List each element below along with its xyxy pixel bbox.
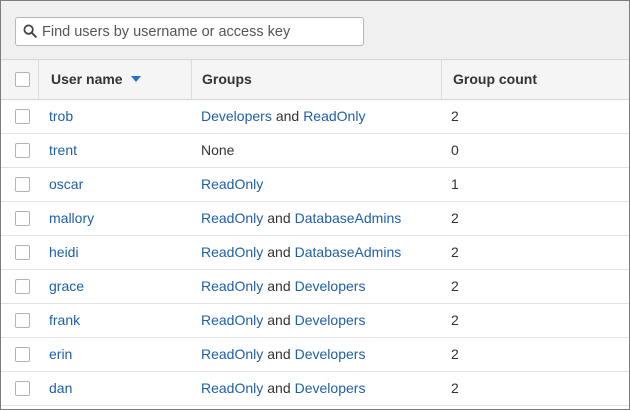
groups-cell: Developers and ReadOnly [201, 100, 365, 133]
group-link[interactable]: ReadOnly [201, 244, 263, 260]
groups-conjunction: and [267, 210, 291, 226]
groups-cell: ReadOnly and DatabaseAdmins [201, 202, 401, 235]
table-row[interactable]: erin ReadOnly and Developers 2 [1, 338, 629, 372]
groups-cell: ReadOnly and Developers [201, 304, 365, 337]
table-body: trob Developers and ReadOnly 2 trent None 0 osca… [1, 100, 629, 406]
column-header-groups-label: Groups [202, 71, 252, 87]
group-link[interactable]: Developers [295, 278, 366, 294]
group-link[interactable]: ReadOnly [201, 380, 263, 396]
search-input[interactable] [42, 20, 360, 43]
groups-conjunction: and [267, 380, 291, 396]
username-link[interactable]: mallory [49, 202, 94, 235]
group-link[interactable]: DatabaseAdmins [295, 210, 402, 226]
row-checkbox[interactable] [15, 109, 30, 124]
column-header-username-label: User name [51, 71, 123, 87]
group-link[interactable]: Developers [201, 108, 272, 124]
caret-down-icon[interactable] [130, 76, 141, 83]
column-header-group-count-label: Group count [453, 71, 537, 87]
search-box[interactable] [15, 17, 364, 46]
groups-cell: ReadOnly and DatabaseAdmins [201, 236, 401, 269]
column-header-groups[interactable]: Groups [202, 60, 252, 99]
row-checkbox[interactable] [15, 211, 30, 226]
group-count-cell: 2 [451, 346, 459, 362]
group-count-cell: 2 [451, 312, 459, 328]
username-link[interactable]: heidi [49, 236, 79, 269]
table-row[interactable]: heidi ReadOnly and DatabaseAdmins 2 [1, 236, 629, 270]
group-link[interactable]: ReadOnly [201, 346, 263, 362]
username-link[interactable]: dan [49, 372, 72, 405]
row-checkbox[interactable] [15, 143, 30, 158]
column-header-username[interactable]: User name [51, 60, 141, 99]
row-checkbox[interactable] [15, 177, 30, 192]
group-link[interactable]: Developers [295, 346, 366, 362]
username-link[interactable]: oscar [49, 168, 83, 201]
groups-cell: ReadOnly and Developers [201, 372, 365, 405]
group-link[interactable]: ReadOnly [201, 210, 263, 226]
groups-conjunction: and [267, 312, 291, 328]
table-row[interactable]: frank ReadOnly and Developers 2 [1, 304, 629, 338]
group-count-cell: 2 [451, 210, 459, 226]
username-link[interactable]: erin [49, 338, 72, 371]
table-row[interactable]: dan ReadOnly and Developers 2 [1, 372, 629, 406]
username-link[interactable]: frank [49, 304, 80, 337]
group-link[interactable]: DatabaseAdmins [295, 244, 402, 260]
group-link[interactable]: Developers [295, 312, 366, 328]
group-link[interactable]: ReadOnly [201, 312, 263, 328]
groups-cell: ReadOnly and Developers [201, 338, 365, 371]
username-link[interactable]: trob [49, 100, 73, 133]
toolbar [1, 1, 629, 60]
no-groups-label: None [201, 142, 235, 158]
groups-cell: ReadOnly and Developers [201, 270, 365, 303]
group-link[interactable]: ReadOnly [303, 108, 365, 124]
groups-cell: ReadOnly [201, 168, 263, 201]
row-checkbox[interactable] [15, 279, 30, 294]
groups-conjunction: and [267, 346, 291, 362]
table-row[interactable]: oscar ReadOnly 1 [1, 168, 629, 202]
group-link[interactable]: ReadOnly [201, 176, 263, 192]
groups-conjunction: and [267, 244, 291, 260]
group-count-cell: 2 [451, 380, 459, 396]
group-link[interactable]: Developers [295, 380, 366, 396]
table-row[interactable]: grace ReadOnly and Developers 2 [1, 270, 629, 304]
row-checkbox[interactable] [15, 245, 30, 260]
groups-conjunction: and [275, 108, 300, 124]
row-checkbox[interactable] [15, 347, 30, 362]
group-count-cell: 2 [451, 108, 459, 124]
username-link[interactable]: grace [49, 270, 84, 303]
group-count-cell: 2 [451, 244, 459, 260]
select-all-checkbox[interactable] [15, 72, 30, 87]
column-header-group-count[interactable]: Group count [453, 60, 537, 99]
group-count-cell: 2 [451, 278, 459, 294]
row-checkbox[interactable] [15, 381, 30, 396]
group-count-cell: 1 [451, 176, 459, 192]
groups-conjunction: and [267, 278, 291, 294]
row-checkbox[interactable] [15, 313, 30, 328]
group-count-cell: 0 [451, 142, 459, 158]
table-row[interactable]: mallory ReadOnly and DatabaseAdmins 2 [1, 202, 629, 236]
table-row[interactable]: trent None 0 [1, 134, 629, 168]
column-divider [191, 60, 192, 99]
table-header: User name Groups Group count [1, 60, 629, 100]
groups-cell: None [201, 134, 234, 167]
table-row[interactable]: trob Developers and ReadOnly 2 [1, 100, 629, 134]
search-icon [23, 24, 37, 38]
username-link[interactable]: trent [49, 134, 77, 167]
column-divider [38, 60, 39, 99]
column-divider [441, 60, 442, 99]
users-table-panel: User name Groups Group count trob Develop… [0, 0, 630, 410]
group-link[interactable]: ReadOnly [201, 278, 263, 294]
